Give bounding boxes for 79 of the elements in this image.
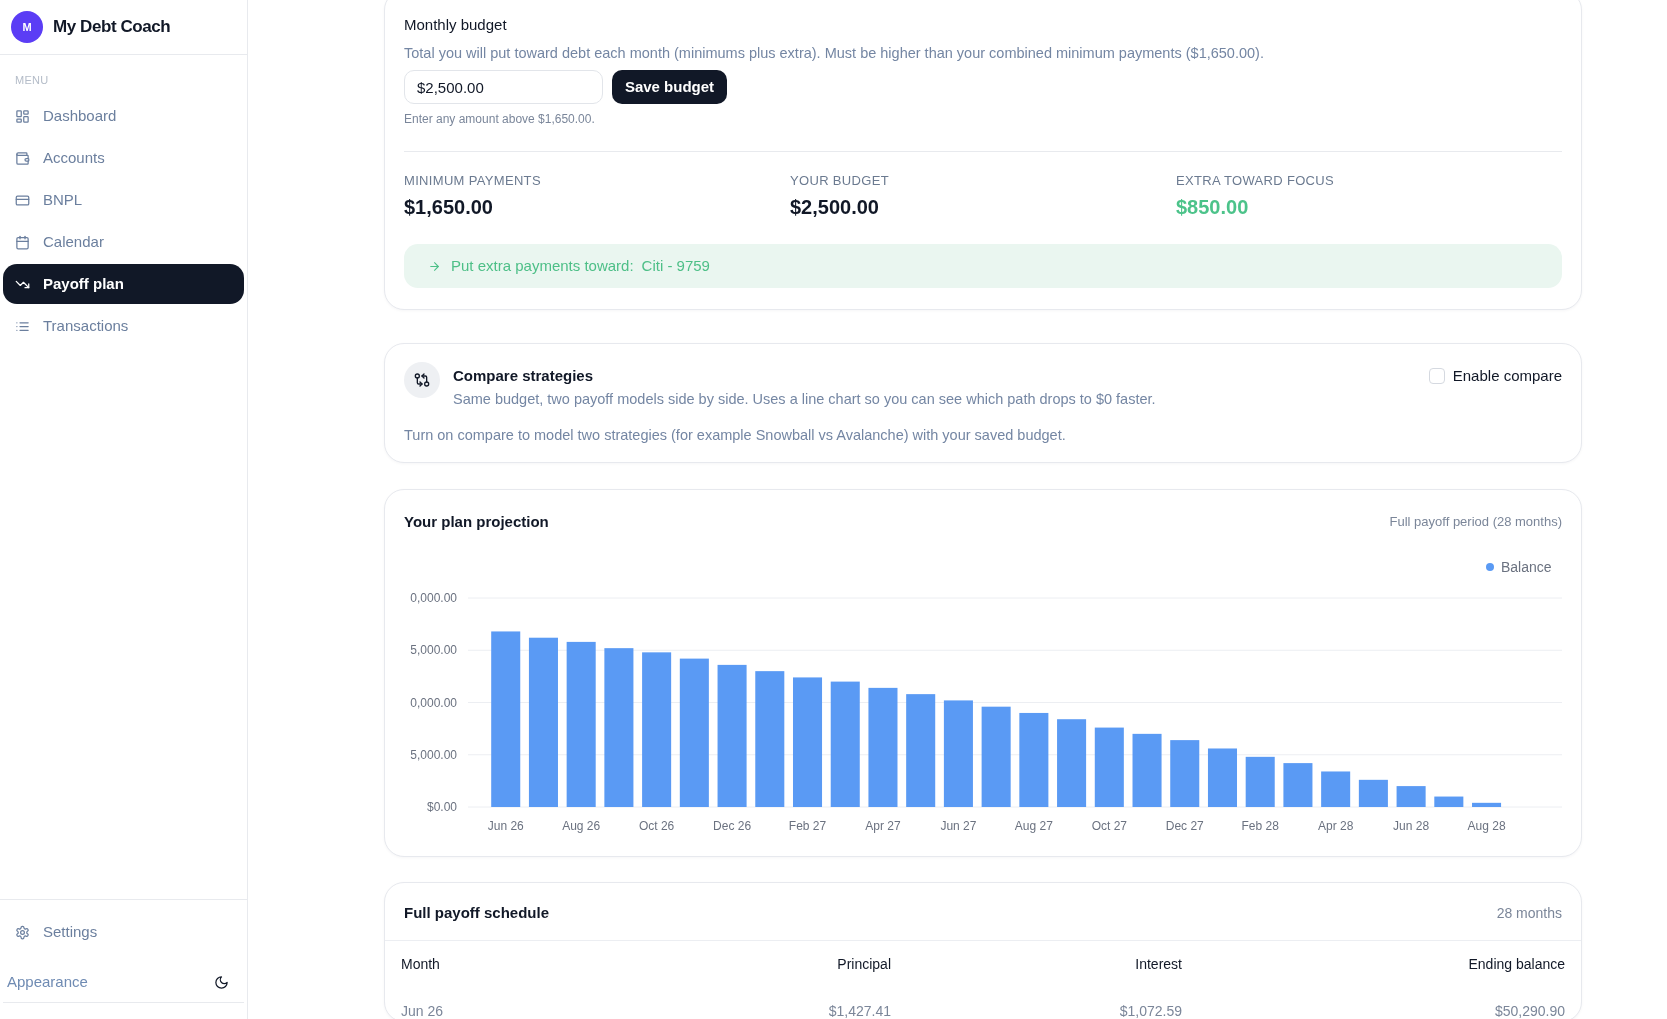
stat-label: EXTRA TOWARD FOCUS: [1176, 172, 1335, 190]
logo-badge: M: [11, 11, 43, 43]
save-button[interactable]: Save budget: [612, 70, 727, 104]
column-header: Month: [400, 955, 441, 974]
x-axis-label: Feb 28: [1241, 819, 1279, 833]
column-header: Principal: [836, 955, 892, 974]
calendar-icon: [15, 234, 30, 250]
card-title: Full payoff schedule: [404, 903, 550, 923]
budget-input[interactable]: $2,500.00: [404, 70, 603, 104]
chart-bar: [1207, 748, 1237, 807]
hint-text: Turn on compare to model two strategies (for example Snowball vs Avalanche) with your saved budget.: [404, 426, 1067, 445]
x-axis-label: Jun 28: [1393, 819, 1430, 833]
nav-item[interactable]: Accounts: [3, 138, 244, 178]
stat-label: MINIMUM PAYMENTS: [404, 172, 541, 190]
checkbox-label[interactable]: Enable compare: [1452, 364, 1562, 388]
stat-value: $850.00: [1176, 195, 1249, 220]
period-label: Full payoff period (28 months): [1389, 513, 1562, 532]
focus-label: Put extra payments toward:: [451, 255, 634, 276]
nav-item[interactable]: Settings: [3, 912, 244, 952]
column-header: Interest: [1134, 955, 1183, 974]
chart-bar: [1283, 763, 1313, 807]
helper-text: Enter any amount above $1,650.00.: [404, 111, 596, 127]
column-header: Ending balance: [1467, 955, 1566, 974]
card-title: Your plan projection: [404, 512, 549, 532]
checkbox[interactable]: [1428, 368, 1445, 384]
nav-item[interactable]: Dashboard: [3, 96, 244, 136]
stat-label: YOUR BUDGET: [790, 172, 889, 190]
chart-bar: [1434, 796, 1464, 807]
grid-icon: [15, 108, 30, 124]
nav-item[interactable]: BNPL: [3, 180, 244, 220]
legend-dot-icon: [1486, 563, 1494, 571]
x-axis-label: Dec 26: [713, 819, 752, 833]
y-axis-label: 5,000.00: [410, 643, 457, 658]
x-axis-label: Aug 27: [1014, 819, 1053, 833]
x-axis-label: Oct 26: [638, 819, 675, 833]
chart-bar: [1245, 756, 1275, 807]
y-axis-label: 5,000.00: [410, 747, 457, 762]
table-cell-text: $1,072.59: [1118, 1002, 1183, 1019]
table-cell-text: $50,290.90: [1493, 1002, 1566, 1019]
table-cell-text: Jun 26: [400, 1002, 445, 1019]
nav-item[interactable]: Transactions: [3, 306, 244, 346]
moon-icon[interactable]: [214, 974, 229, 990]
arrow-right-icon: [428, 259, 441, 273]
month-count: 28 months: [1496, 903, 1562, 923]
x-axis-label: Aug 26: [562, 819, 601, 833]
y-axis-label: $0.00: [426, 800, 457, 814]
nav-item[interactable]: Calendar: [3, 222, 244, 262]
chart-bar: [1396, 786, 1426, 807]
y-axis-label: 0,000.00: [410, 695, 457, 710]
x-axis-label: Oct 27: [1091, 819, 1127, 833]
chart-bar: [1472, 802, 1502, 807]
focus-account: Citi - 9759: [641, 255, 710, 276]
chart-bar: [1170, 740, 1200, 807]
compare-arrows-icon: [404, 362, 440, 398]
card-title: Compare strategies: [453, 366, 594, 386]
x-axis-label: Jun 27: [940, 819, 977, 833]
legend-label: Balance: [1501, 559, 1552, 575]
appearance-label: Appearance: [7, 971, 88, 992]
x-axis-label: Jun 26: [487, 819, 524, 833]
x-axis-label: Apr 27: [865, 819, 901, 833]
app-name: My Debt Coach: [53, 16, 171, 39]
chart-bar: [1321, 771, 1351, 807]
x-axis-label: Aug 28: [1467, 819, 1506, 833]
wallet-icon: [15, 150, 30, 166]
x-axis-label: Feb 27: [788, 819, 827, 833]
stat-value: $2,500.00: [790, 195, 879, 220]
card-icon: [15, 192, 30, 208]
nav-item[interactable]: Payoff plan: [3, 264, 244, 304]
menu-heading: MENU: [14, 73, 50, 88]
table-cell-text: $1,427.41: [827, 1002, 892, 1019]
x-axis-label: Dec 27: [1165, 819, 1204, 833]
y-axis-label: 0,000.00: [410, 591, 457, 605]
stat-value: $1,650.00: [404, 195, 493, 220]
card-title: Monthly budget: [404, 15, 508, 35]
card-description: Same budget, two payoff models side by side. Uses a line chart so you can see which path drops to $0 faster.: [453, 390, 1156, 409]
chart-bar: [1358, 779, 1388, 807]
x-axis-label: Apr 28: [1318, 819, 1354, 833]
card-description: Total you will put toward debt each month (minimums plus extra). Must be higher than your combined minimum payments ($1,650.00).: [404, 44, 1265, 63]
settings-icon: [15, 924, 30, 940]
